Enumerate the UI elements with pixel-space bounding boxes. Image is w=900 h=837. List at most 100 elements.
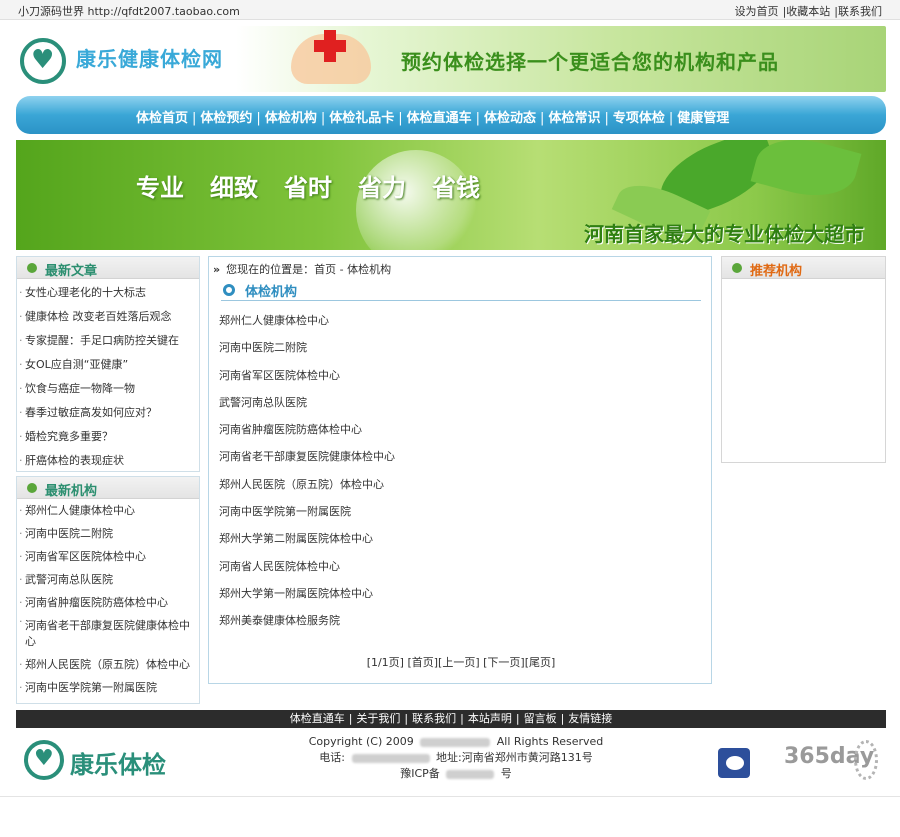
footer-link-friends[interactable]: 友情链接	[557, 712, 613, 725]
institution-link[interactable]: 河南省肿瘤医院防癌体检中心	[17, 591, 199, 614]
heart-logo-icon	[20, 38, 66, 84]
nav-item-knowledge[interactable]: 体检常识	[536, 111, 600, 126]
article-link[interactable]: 饮食与癌症一物降一物	[17, 377, 199, 401]
main-nav: 体检首页体检预约体检机构体检礼品卡体检直通车体检动态体检常识专项体检健康管理	[16, 96, 886, 134]
promo-banner: 专业 细致 省时 省力 省钱 河南首家最大的专业体检大超市	[16, 140, 886, 250]
banner-word: 省力	[358, 174, 406, 202]
top-links: 设为首页 |收藏本站 |联系我们	[731, 3, 882, 19]
redacted-text	[351, 753, 430, 763]
panel-header: 推荐机构	[722, 257, 885, 279]
footer-link-contact[interactable]: 联系我们	[400, 712, 456, 725]
article-link[interactable]: 专家提醒：手足口病防控关键在	[17, 329, 199, 353]
police-badge-icon[interactable]	[712, 742, 758, 782]
panel-title: 推荐机构	[750, 264, 803, 279]
article-link[interactable]: 春季过敏症高发如何应对？	[17, 401, 199, 425]
site-logo[interactable]: 康乐健康体检网	[20, 32, 236, 88]
bookmark-link[interactable]: |收藏本站	[783, 5, 831, 18]
header: 康乐健康体检网 预约体检选择一个更适合您的机构和产品	[16, 26, 886, 92]
footer-link-about[interactable]: 关于我们	[345, 712, 401, 725]
header-banner: 预约体检选择一个更适合您的机构和产品	[236, 26, 886, 92]
article-link[interactable]: 健康体检 改变老百姓落后观念	[17, 305, 199, 329]
address: 地址:河南省郑州市黄河路131号	[436, 751, 593, 764]
section-header: 体检机构	[221, 281, 701, 301]
contact-link[interactable]: |联系我们	[834, 5, 882, 18]
latest-articles-panel: 最新文章 女性心理老化的十大标志 健康体检 改变老百姓落后观念 专家提醒：手足口…	[16, 256, 200, 473]
bullet-icon	[732, 263, 742, 273]
institution-link[interactable]: 武警河南总队医院	[17, 568, 199, 591]
main-content: 您现在的位置是：首页 - 体检机构 体检机构 郑州仁人健康体检中心 河南中医院二…	[208, 256, 712, 684]
nav-item-home[interactable]: 体检首页	[136, 111, 188, 126]
ring-decoration-icon	[854, 740, 878, 780]
footer-link-guestbook[interactable]: 留言板	[512, 712, 557, 725]
logo-text: 康乐健康体检网	[76, 47, 223, 71]
nav-item-booking[interactable]: 体检预约	[188, 111, 252, 126]
list-item[interactable]: 河南省老干部康复医院健康体检中心	[219, 443, 395, 470]
institution-link[interactable]: 河南省老干部康复医院健康体检中心	[17, 614, 199, 653]
icp-suffix: 号	[500, 767, 512, 780]
list-item[interactable]: 武警河南总队医院	[219, 389, 395, 416]
nav-item-express[interactable]: 体检直通车	[394, 111, 471, 126]
nav-item-special[interactable]: 专项体检	[600, 111, 664, 126]
list-item[interactable]: 郑州大学第二附属医院体检中心	[219, 525, 395, 552]
header-slogan: 预约体检选择一个更适合您的机构和产品	[401, 50, 779, 74]
list-item[interactable]: 郑州人民医院（原五院）体检中心	[219, 471, 395, 498]
list-item[interactable]: 郑州仁人健康体检中心	[219, 307, 395, 334]
banner-word: 细致	[210, 174, 258, 202]
footer-logo: 康乐体检	[24, 737, 194, 787]
article-link[interactable]: 肝癌体检的表现症状	[17, 449, 199, 473]
nav-item-gift-card[interactable]: 体检礼品卡	[317, 111, 394, 126]
bullet-icon	[27, 263, 37, 273]
bullet-icon	[27, 483, 37, 493]
institution-link[interactable]: 郑州人民医院（原五院）体检中心	[17, 653, 199, 676]
list-item[interactable]: 河南省军区医院体检中心	[219, 362, 395, 389]
article-link[interactable]: 女性心理老化的十大标志	[17, 281, 199, 305]
footer-logo-text: 康乐体检	[70, 751, 166, 779]
contact-line: 电话: 地址:河南省郑州市黄河路131号	[216, 750, 696, 766]
article-link[interactable]: 婚检究竟多重要？	[17, 425, 199, 449]
list-item[interactable]: 河南省人民医院体检中心	[219, 553, 395, 580]
redacted-text	[446, 769, 495, 779]
institution-link[interactable]: 河南省军区医院体检中心	[17, 545, 199, 568]
nav-item-health-management[interactable]: 健康管理	[665, 111, 729, 126]
nav-item-institutions[interactable]: 体检机构	[252, 111, 316, 126]
365day-badge[interactable]: 365day	[784, 740, 880, 784]
list-item[interactable]: 郑州大学第一附属医院体检中心	[219, 580, 395, 607]
list-item[interactable]: 河南中医院二附院	[219, 334, 395, 361]
copyright-info: Copyright (C) 2009 All Rights Reserved 电…	[216, 734, 696, 782]
site-info: 小刀源码世界 http://qfdt2007.taobao.com	[18, 5, 240, 18]
copyright-line: Copyright (C) 2009 All Rights Reserved	[216, 734, 696, 750]
pagination[interactable]: [1/1页] [首页][上一页] [下一页][尾页]	[209, 654, 713, 670]
list-item[interactable]: 郑州美泰健康体检服务院	[219, 607, 395, 634]
set-homepage-link[interactable]: 设为首页	[735, 5, 779, 18]
phone-label: 电话:	[319, 751, 345, 764]
banner-keywords: 专业 细致 省时 省力 省钱	[136, 168, 506, 203]
divider	[0, 796, 900, 797]
top-bar: 小刀源码世界 http://qfdt2007.taobao.com 设为首页 |收…	[0, 0, 900, 20]
banner-tagline: 河南首家最大的专业体检大超市	[584, 222, 864, 246]
article-link[interactable]: 女OL应自测“亚健康”	[17, 353, 199, 377]
institution-link[interactable]: 郑州仁人健康体检中心	[17, 499, 199, 522]
heart-logo-icon	[24, 740, 64, 780]
panel-title: 最新机构	[45, 484, 98, 499]
banner-word: 省钱	[432, 174, 480, 202]
footer-link-express[interactable]: 体检直通车	[290, 712, 345, 725]
list-item[interactable]: 河南中医学院第一附属医院	[219, 498, 395, 525]
institution-link[interactable]: 河南中医院二附院	[17, 522, 199, 545]
footer-link-statement[interactable]: 本站声明	[456, 712, 512, 725]
recommended-institutions-panel: 推荐机构	[721, 256, 886, 463]
icp-label: 豫ICP备	[400, 767, 440, 780]
latest-institutions-panel: 最新机构 郑州仁人健康体检中心 河南中医院二附院 河南省军区医院体检中心 武警河…	[16, 476, 200, 704]
medical-cross-icon	[312, 28, 348, 64]
list-item[interactable]: 河南省肿瘤医院防癌体检中心	[219, 416, 395, 443]
circle-bullet-icon	[223, 284, 235, 296]
institution-list: 郑州仁人健康体检中心 河南中医院二附院 河南省军区医院体检中心 武警河南总队医院…	[219, 307, 395, 635]
copyright-suffix: All Rights Reserved	[496, 735, 604, 748]
copyright-prefix: Copyright (C) 2009	[308, 735, 414, 748]
panel-header: 最新文章	[17, 257, 199, 279]
section-title: 体检机构	[245, 285, 298, 300]
banner-word: 省时	[284, 174, 332, 202]
institution-link[interactable]: 河南中医学院第一附属医院	[17, 676, 199, 699]
leaf-decoration	[750, 140, 862, 208]
footer-nav: 体检直通车关于我们联系我们本站声明留言板友情链接	[16, 710, 886, 728]
nav-item-news[interactable]: 体检动态	[472, 111, 536, 126]
